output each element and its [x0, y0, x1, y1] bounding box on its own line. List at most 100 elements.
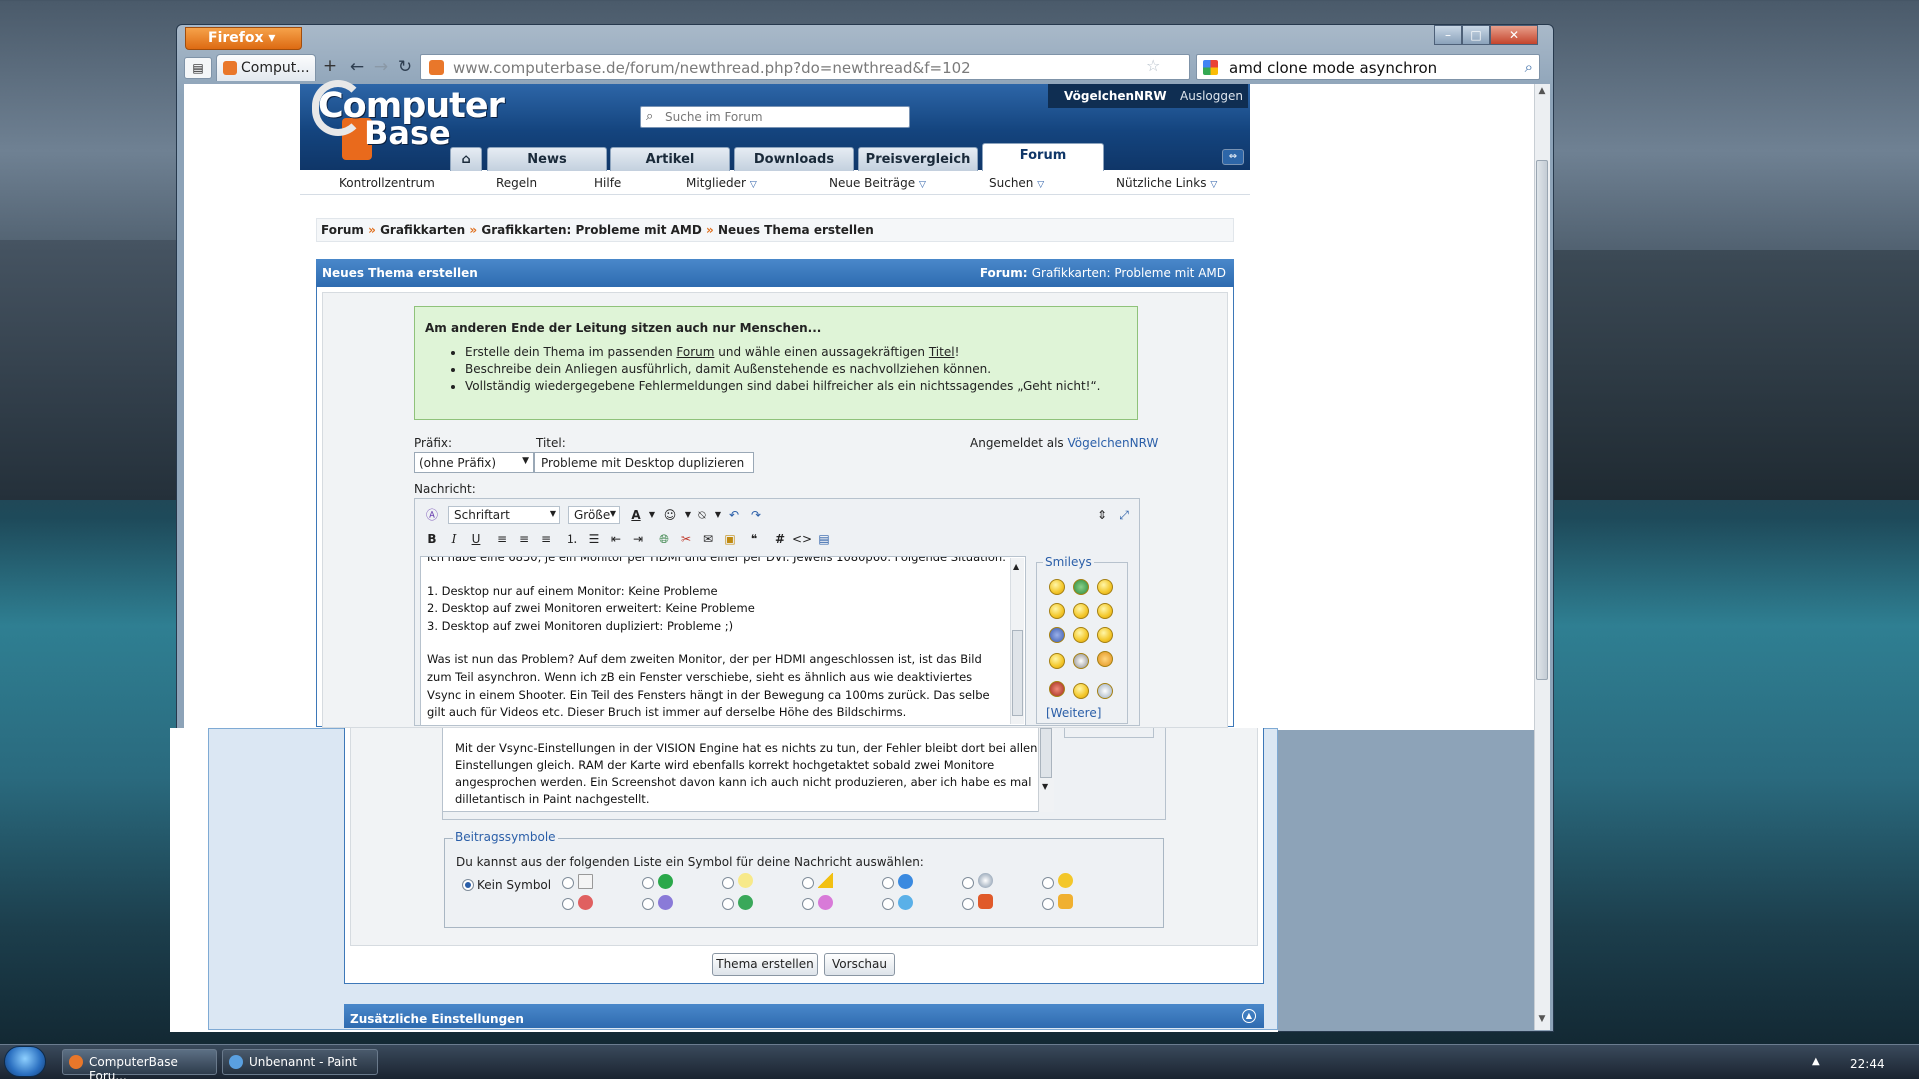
align-center-icon[interactable]: ≡: [514, 529, 534, 549]
insert-image-icon[interactable]: ▣: [720, 529, 740, 549]
search-icon[interactable]: ⌕: [1525, 58, 1533, 76]
ordered-list-icon[interactable]: ⒈: [562, 529, 582, 549]
textarea-scroll-thumb[interactable]: [1012, 630, 1023, 716]
align-right-icon[interactable]: ≡: [536, 529, 556, 549]
tab-preisvergleich[interactable]: Preisvergleich: [858, 147, 978, 171]
quote-icon[interactable]: ❝: [744, 529, 764, 549]
post-icon-radio[interactable]: [802, 877, 814, 889]
outdent-icon[interactable]: ⇤: [606, 529, 626, 549]
smiley-shades-icon[interactable]: [1073, 653, 1089, 669]
scroll-up-icon[interactable]: ▲: [1536, 86, 1548, 100]
firefox-menu-button[interactable]: Firefox ▾: [185, 27, 302, 50]
subnav-kontrollzentrum[interactable]: Kontrollzentrum: [339, 176, 435, 190]
post-icon-radio[interactable]: [1042, 898, 1054, 910]
system-clock[interactable]: 22:44: [1850, 1057, 1885, 1071]
code-hash-icon[interactable]: #: [770, 529, 790, 549]
message-textarea-lower[interactable]: Mit der Vsync-Einstellungen in der VISIO…: [442, 728, 1054, 812]
browser-tab[interactable]: Comput...: [216, 54, 316, 81]
underline-icon[interactable]: U: [466, 529, 486, 549]
resize-editor-icon[interactable]: ⇕: [1092, 505, 1112, 525]
username-link[interactable]: VögelchenNRW: [1064, 89, 1167, 103]
message-textarea[interactable]: Ich habe eine 6850, je ein Monitor per H…: [420, 556, 1026, 726]
reload-icon[interactable]: ↻: [394, 56, 416, 78]
guideline-title-link[interactable]: Titel: [929, 345, 955, 359]
panel-forum-name[interactable]: Grafikkarten: Probleme mit AMD: [1032, 266, 1226, 280]
post-icon-radio[interactable]: [562, 877, 574, 889]
remove-link-icon[interactable]: ✂: [676, 529, 696, 549]
post-icon-radio[interactable]: [962, 898, 974, 910]
start-button[interactable]: [4, 1046, 46, 1077]
subnav-suchen[interactable]: Suchen ▽: [989, 176, 1044, 190]
switch-mode-icon[interactable]: ⤢: [1114, 505, 1134, 525]
subnav-regeln[interactable]: Regeln: [496, 176, 537, 190]
align-left-icon[interactable]: ≡: [492, 529, 512, 549]
insert-link-icon[interactable]: 🌐︎: [654, 529, 674, 549]
smiley-frown-icon[interactable]: [1097, 627, 1113, 643]
post-icon-radio[interactable]: [962, 877, 974, 889]
post-icon-radio[interactable]: [722, 877, 734, 889]
scroll-down-icon[interactable]: ▼: [1536, 1014, 1548, 1028]
smiley-laugh-icon[interactable]: [1049, 653, 1065, 669]
subnav-hilfe[interactable]: Hilfe: [594, 176, 621, 190]
redo-icon[interactable]: ↷: [746, 505, 766, 525]
forum-search-input[interactable]: ⌕ Suche im Forum: [640, 106, 910, 128]
post-icon-radio[interactable]: [802, 898, 814, 910]
smiley-devil-icon[interactable]: [1049, 681, 1065, 697]
dropdown-arrow-icon[interactable]: ▼: [642, 505, 662, 525]
textarea-scrollbar-lower[interactable]: ▼: [1038, 728, 1054, 812]
tab-forum[interactable]: Forum: [982, 143, 1104, 171]
post-icon-radio-none[interactable]: [462, 879, 474, 891]
guideline-forum-link[interactable]: Forum: [676, 345, 714, 359]
tab-groups-icon[interactable]: ▤: [184, 57, 212, 79]
textarea-scrollbar[interactable]: ▲: [1010, 558, 1024, 724]
smiley-cool-icon[interactable]: [1097, 603, 1113, 619]
smiley-roll-icon[interactable]: [1073, 683, 1089, 699]
bold-icon[interactable]: B: [422, 529, 442, 549]
taskbar-paint[interactable]: Unbenannt - Paint: [222, 1049, 378, 1075]
title-input[interactable]: Probleme mit Desktop duplizieren: [534, 452, 754, 473]
wysiwyg-toggle-icon[interactable]: Ⓐ: [422, 505, 442, 525]
unordered-list-icon[interactable]: ☰: [584, 529, 604, 549]
minimize-button[interactable]: –: [1434, 25, 1462, 45]
new-tab-button[interactable]: +: [318, 56, 342, 78]
subnav-mitglieder[interactable]: Mitglieder ▽: [686, 176, 757, 190]
smiley-menu-icon[interactable]: ☺: [660, 505, 680, 525]
address-bar[interactable]: www.computerbase.de/forum/newthread.php?…: [420, 54, 1190, 80]
forward-arrow-icon[interactable]: →: [370, 56, 392, 78]
post-icon-radio[interactable]: [562, 898, 574, 910]
post-icon-radio[interactable]: [882, 877, 894, 889]
logo-text-base[interactable]: Base: [364, 114, 451, 152]
undo-icon[interactable]: ↶: [724, 505, 744, 525]
size-select[interactable]: Größe ▼: [568, 506, 620, 524]
smiley-eek-icon[interactable]: [1073, 627, 1089, 643]
tab-news[interactable]: News: [487, 147, 607, 171]
smiley-wink-icon[interactable]: [1049, 603, 1065, 619]
scrollbar-thumb[interactable]: [1536, 160, 1548, 680]
smiley-happy-icon[interactable]: [1097, 579, 1113, 595]
subnav-neue-beitraege[interactable]: Neue Beiträge ▽: [829, 176, 926, 190]
taskbar-firefox[interactable]: ComputerBase Foru...: [62, 1049, 217, 1079]
logged-in-user-link[interactable]: VögelchenNRW: [1068, 436, 1159, 450]
subnav-nuetzliche-links[interactable]: Nützliche Links ▽: [1116, 176, 1217, 190]
smiley-grin-icon[interactable]: [1073, 579, 1089, 595]
php-code-icon[interactable]: ▤: [814, 529, 834, 549]
browser-search-field[interactable]: amd clone mode asynchron ⌕: [1196, 54, 1540, 80]
tab-artikel[interactable]: Artikel: [610, 147, 730, 171]
post-icon-radio[interactable]: [642, 877, 654, 889]
bookmark-star-icon[interactable]: ☆: [1146, 56, 1160, 75]
maximize-button[interactable]: □: [1462, 25, 1490, 45]
scroll-up-icon[interactable]: ▲: [1013, 562, 1019, 571]
smiley-king-icon[interactable]: [1097, 651, 1113, 667]
preview-button[interactable]: Vorschau: [824, 953, 895, 976]
scroll-down-icon[interactable]: ▼: [1042, 782, 1048, 791]
italic-icon[interactable]: I: [444, 529, 464, 549]
more-smileys-link[interactable]: [Weitere]: [1046, 706, 1101, 720]
smiley-confused-icon[interactable]: [1073, 603, 1089, 619]
back-arrow-icon[interactable]: ←: [346, 56, 368, 78]
prefix-select[interactable]: (ohne Präfix) ▼: [414, 452, 534, 473]
smiley-smile-icon[interactable]: [1049, 579, 1065, 595]
home-tab[interactable]: ⌂: [450, 147, 482, 171]
logout-link[interactable]: Ausloggen: [1180, 89, 1243, 103]
post-icon-radio[interactable]: [642, 898, 654, 910]
indent-icon[interactable]: ⇥: [628, 529, 648, 549]
